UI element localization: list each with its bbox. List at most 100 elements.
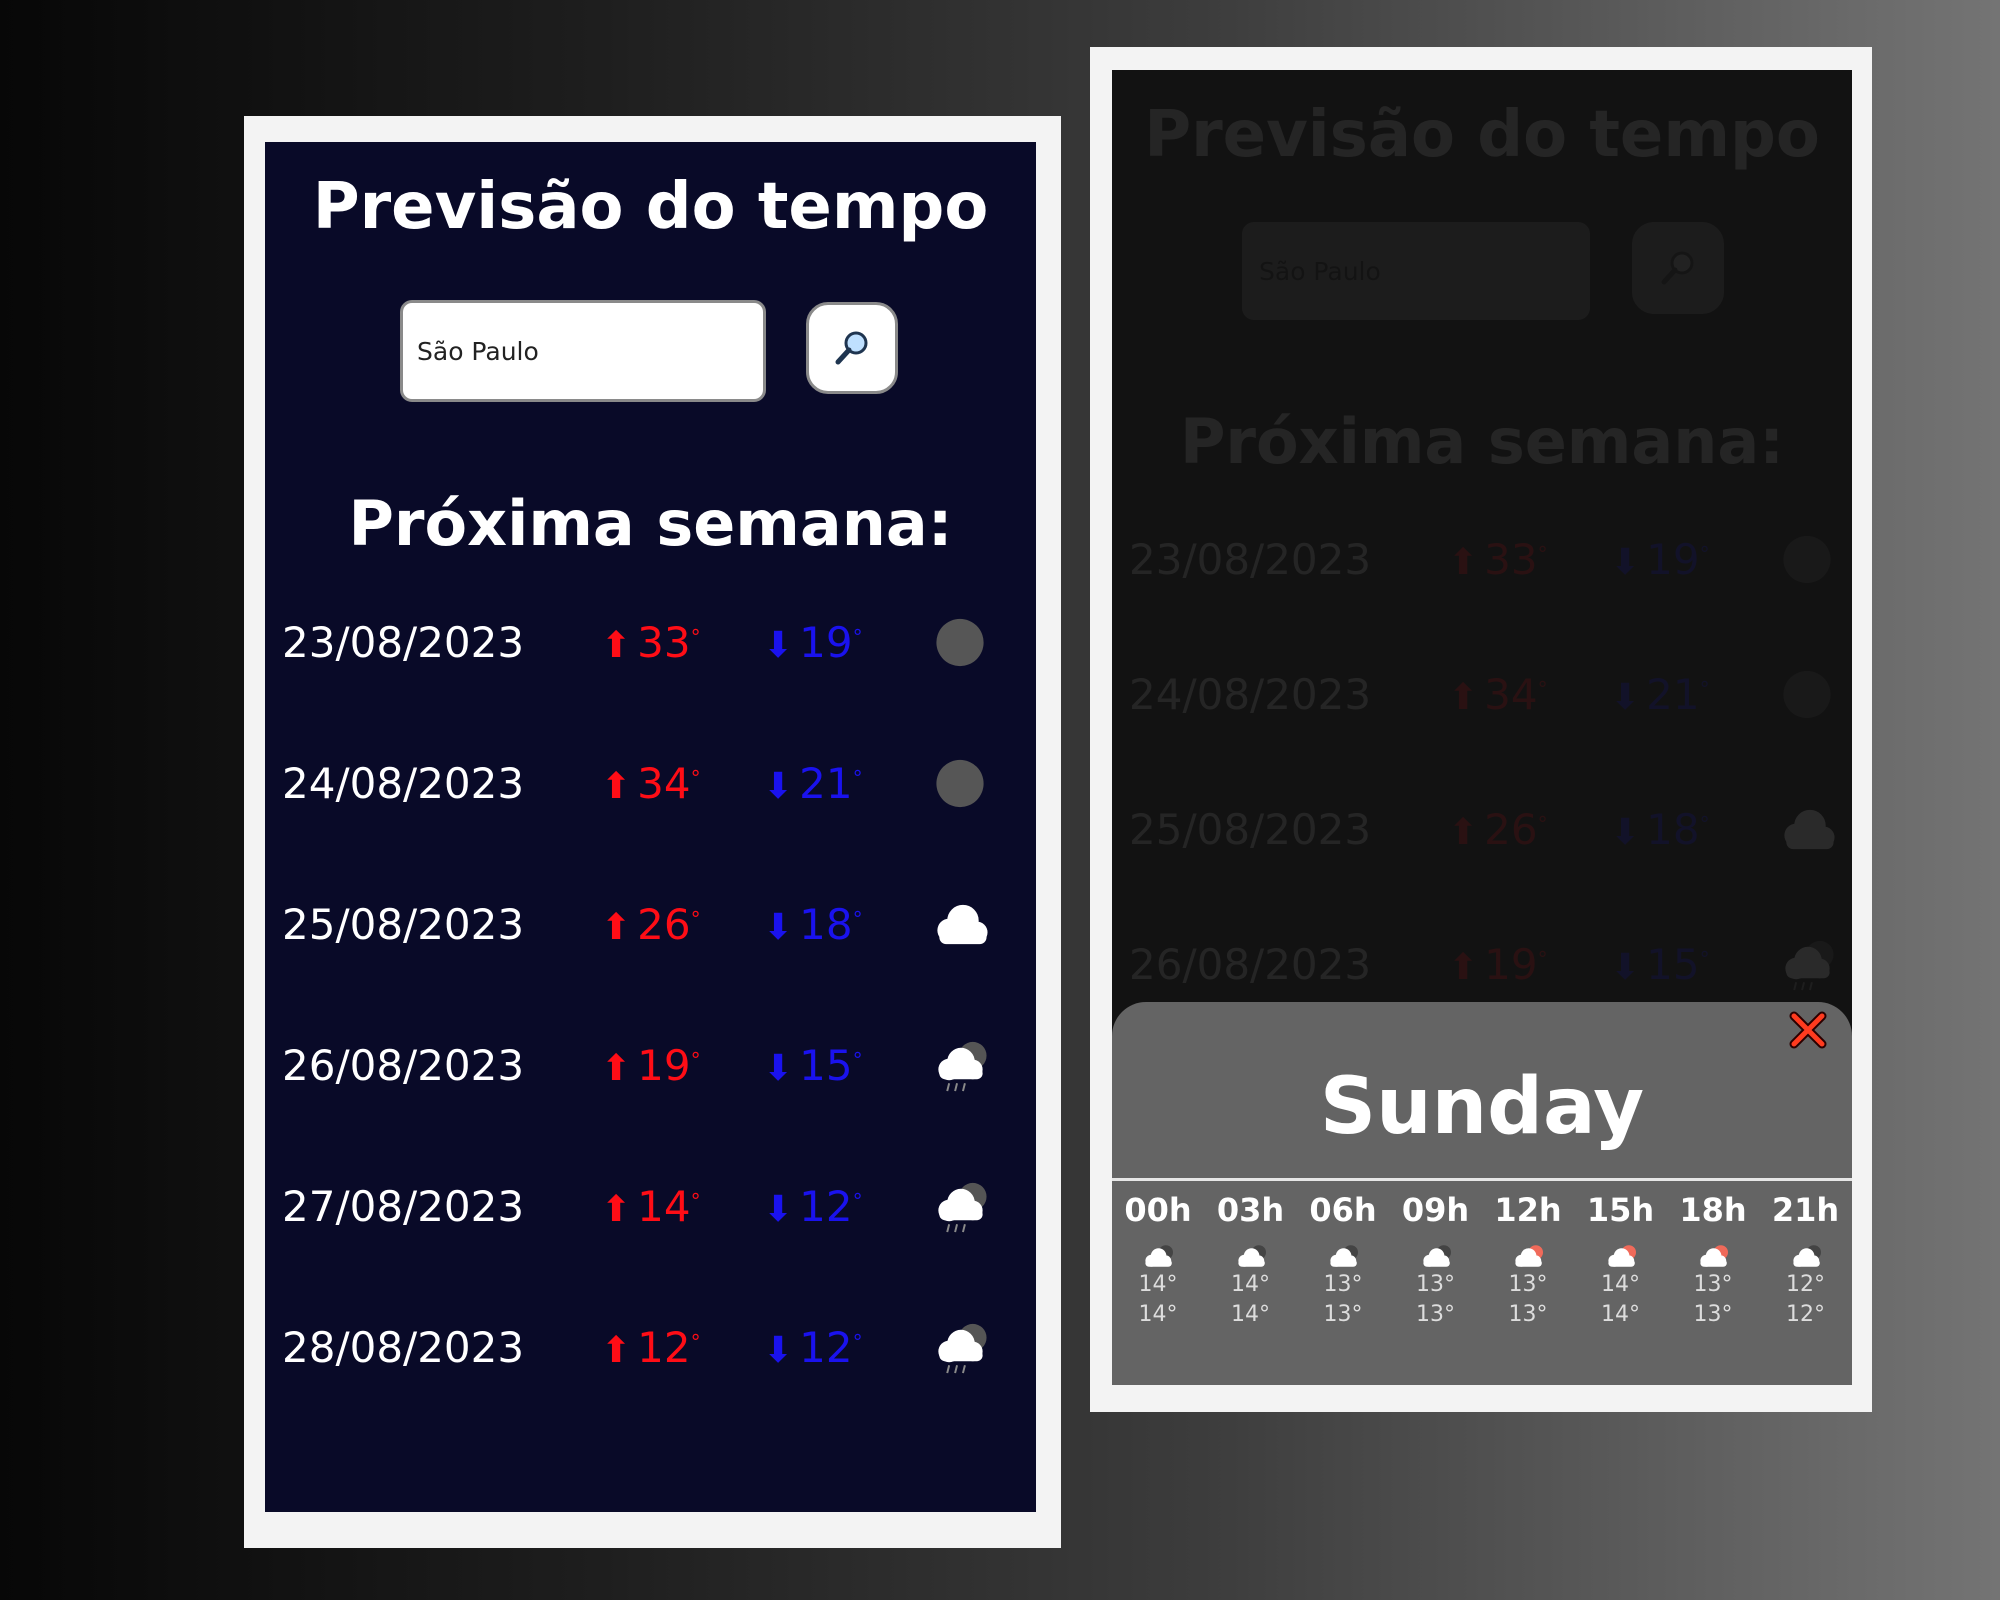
max-temp-value: 34 [1484,670,1538,719]
forecast-row[interactable]: 26/08/2023 ⬆ 19° ⬇ 15° [1112,925,1852,1005]
hour-label: 03h [1216,1191,1285,1229]
max-temp: ⬆ 33° [601,603,701,686]
phone-frame-main: Previsão do tempo Próxima semana: 23/08/… [244,116,1061,1548]
min-temp: ⬇ 18° [1610,790,1710,873]
max-temp-value: 19 [1484,940,1538,989]
forecast-date: 24/08/2023 [1129,670,1372,719]
forecast-date: 27/08/2023 [282,1182,525,1231]
forecast-row[interactable]: 23/08/2023 ⬆ 33° ⬇ 19° [1112,520,1852,600]
min-temp-value: 19 [799,618,853,667]
max-temp: ⬆ 33° [1448,520,1548,603]
degree-symbol: ° [852,1048,863,1072]
hour-weather-icon [1138,1238,1178,1270]
forecast-row[interactable]: 24/08/2023 ⬆ 34° ⬇ 21° [1112,655,1852,735]
min-temp-value: 15 [1646,940,1700,989]
min-temp-value: 21 [799,759,853,808]
cloud-moon-icon [1792,1245,1821,1267]
forecast-date: 23/08/2023 [282,618,525,667]
arrow-up-icon: ⬆ [601,766,632,807]
forecast-date: 24/08/2023 [282,759,525,808]
city-search-input[interactable] [400,300,766,402]
page-title: Previsão do tempo [1144,98,1820,172]
max-temp: ⬆ 34° [601,744,701,827]
search-button [1632,222,1724,314]
forecast-row[interactable]: 23/08/2023 ⬆ 33° ⬇ 19° [265,603,1036,683]
degree-symbol: ° [1699,542,1710,566]
min-temp-value: 12 [799,1323,853,1372]
cloud-rain-icon [1785,940,1834,991]
cloud-rain-icon [938,1323,987,1374]
max-temp-value: 33 [1484,535,1538,584]
hour-weather-icon [1323,1238,1363,1270]
cloud-icon [937,904,988,945]
moon-icon [1783,535,1831,584]
hour-temp-2: 14° [1138,1302,1178,1327]
degree-symbol: ° [852,907,863,931]
arrow-up-icon: ⬆ [1448,947,1479,988]
min-temp-value: 21 [1646,670,1700,719]
hour-temp-1: 12° [1786,1272,1825,1297]
arrow-up-icon: ⬆ [601,907,632,948]
forecast-row[interactable]: 25/08/2023 ⬆ 26° ⬇ 18° [265,885,1036,965]
weather-icon [927,613,993,673]
forecast-row[interactable]: 28/08/2023⬆12°⬇12° [265,1308,1036,1388]
arrow-down-icon: ⬇ [763,766,794,807]
hour-temp-2: 13° [1323,1302,1363,1327]
hour-temp-2: 14° [1231,1302,1270,1327]
hour-forecast: 15h 14° 14° [1575,1188,1667,1330]
arrow-down-icon: ⬇ [1610,542,1641,583]
forecast-row[interactable]: 25/08/2023 ⬆ 26° ⬇ 18° [1112,790,1852,870]
arrow-down-icon: ⬇ [763,1048,794,1089]
weather-icon [1774,935,1840,995]
min-temp: ⬇12° [763,1308,863,1391]
min-temp-value: 15 [799,1041,853,1090]
hour-weather-icon [1786,1238,1826,1270]
hour-forecast: 12h 13° 13° [1482,1188,1574,1330]
forecast-date: 26/08/2023 [282,1041,525,1090]
min-temp: ⬇12° [763,1167,863,1250]
cloud-moon-icon [1237,1245,1266,1267]
arrow-up-icon: ⬆ [1448,677,1479,718]
search-button[interactable] [806,302,898,394]
arrow-down-icon: ⬇ [1610,677,1641,718]
degree-symbol: ° [1537,812,1548,836]
forecast-row[interactable]: 27/08/2023⬆14°⬇12° [265,1167,1036,1247]
max-temp: ⬆ 26° [601,885,701,968]
degree-symbol: ° [690,1330,701,1354]
min-temp-value: 18 [1646,805,1700,854]
week-heading: Próxima semana: [1179,405,1785,478]
hour-label: 21h [1771,1191,1840,1229]
modal-divider [1112,1178,1852,1181]
degree-symbol: ° [1699,677,1710,701]
weather-icon [927,1036,993,1096]
close-modal-button[interactable] [1786,1008,1830,1052]
degree-symbol: ° [690,766,701,790]
hour-weather-icon [1416,1238,1456,1270]
max-temp: ⬆12° [601,1308,701,1391]
cloud-rain-icon [938,1041,987,1092]
degree-symbol: ° [852,625,863,649]
forecast-date: 25/08/2023 [282,900,525,949]
weather-icon [927,1318,993,1378]
moon-icon [936,759,984,808]
hour-label: 18h [1679,1191,1747,1229]
degree-symbol: ° [690,907,701,931]
degree-symbol: ° [852,766,863,790]
arrow-up-icon: ⬆ [601,625,632,666]
hour-forecast: 03h 14° 14° [1205,1188,1297,1330]
degree-symbol: ° [690,1048,701,1072]
max-temp-value: 26 [1484,805,1538,854]
hour-temp-1: 14° [1138,1272,1178,1297]
search-icon [1661,251,1694,285]
forecast-row[interactable]: 24/08/2023 ⬆ 34° ⬇ 21° [265,744,1036,824]
hour-temp-1: 13° [1693,1272,1733,1297]
forecast-date: 25/08/2023 [1129,805,1372,854]
cloud-icon [1784,809,1835,850]
weather-app-screen: Previsão do tempo Próxima semana: 23/08/… [265,142,1036,1512]
arrow-down-icon: ⬇ [763,1330,794,1371]
hour-temp-1: 13° [1508,1272,1548,1297]
arrow-down-icon: ⬇ [763,1189,794,1230]
max-temp-value: 33 [637,618,691,667]
hour-forecast: 06h 13° 13° [1297,1188,1389,1330]
forecast-row[interactable]: 26/08/2023 ⬆ 19° ⬇ 15° [265,1026,1036,1106]
